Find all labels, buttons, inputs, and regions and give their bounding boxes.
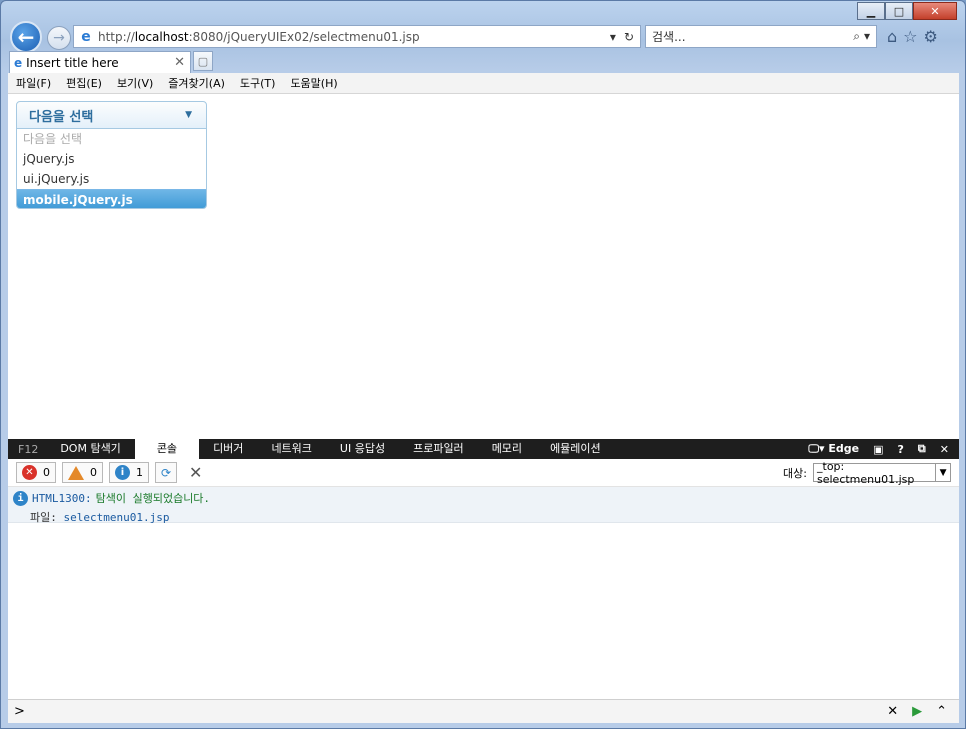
address-prefix: http:// [98,29,135,44]
triangle-down-icon: ▼ [185,110,192,120]
favorites-star-icon[interactable]: ☆ [903,27,917,46]
refresh-icon[interactable]: ↻ [624,30,634,44]
ie-tab-icon: e [14,55,23,70]
search-placeholder: 검색... [652,30,686,44]
document-mode-label: Edge [828,442,860,455]
tab-network[interactable]: 네트워크 [257,439,325,459]
tab-debugger[interactable]: 디버거 [199,439,257,459]
console-message: i HTML1300: 탐색이 실행되었습니다. 파일: selectmenu0… [8,487,959,524]
message-file-link[interactable]: selectmenu01.jsp [64,511,170,524]
dropdown-arrow-icon[interactable]: ▾ [610,30,616,44]
console-toolbar: ✕ 0 0 i 1 ⟳ ✕ 대상: _top: selectmenu01.jsp… [8,459,959,487]
window-controls: ▁ □ ✕ [857,2,957,20]
selectmenu-option: 다음을 선택 [23,132,83,146]
console-output: i HTML1300: 탐색이 실행되었습니다. 파일: selectmenu0… [8,487,959,699]
browser-window: ▁ □ ✕ ← → e http://localhost:8080/jQuery… [0,0,966,729]
ie-page-icon: e [81,28,91,45]
error-icon: ✕ [22,465,37,480]
info-count: 1 [136,466,143,479]
f12-label: F12 [18,442,39,456]
tab-dom-explorer[interactable]: DOM 탐색기 [46,439,134,459]
tab-memory[interactable]: 메모리 [478,439,536,459]
tab-profiler[interactable]: 프로파일러 [399,439,478,459]
undock-icon[interactable]: ⧉ [918,442,926,456]
address-bar[interactable]: e http://localhost:8080/jQueryUIEx02/sel… [73,25,641,48]
tab-ui-responsiveness[interactable]: UI 응답성 [326,439,399,459]
info-icon: i [13,490,28,506]
run-icon[interactable]: ▶ [912,704,922,719]
maximize-button[interactable]: □ [885,2,913,20]
page-content: 다음을 선택 ▼ 다음을 선택 jQuery.js ui.jQuery.js m… [8,94,959,439]
clear-console-icon[interactable]: ✕ [189,463,202,482]
console-input[interactable]: > ✕ ▶ ⌃ [8,699,959,723]
help-icon[interactable]: ? [898,443,904,456]
console-toggle-icon[interactable]: ▣ [873,443,883,456]
target-value: _top: selectmenu01.jsp [817,459,915,486]
selectmenu-label: 다음을 선택 [29,109,94,125]
gear-icon[interactable]: ⚙ [924,27,938,46]
back-button[interactable]: ← [10,21,42,53]
address-host: localhost [134,29,189,44]
forward-button[interactable]: → [47,26,71,50]
clear-input-icon[interactable]: ✕ [887,704,898,719]
menu-edit[interactable]: 편집(E) [66,75,102,91]
warnings-filter-button[interactable]: 0 [62,462,103,483]
chevron-down-icon: ▼ [935,464,950,481]
search-icon[interactable]: ⌕ [853,29,860,44]
message-file-label: 파일: [30,511,57,524]
search-box[interactable]: 검색... ⌕ ▾ [645,25,877,48]
home-icon[interactable]: ⌂ [887,27,897,46]
devtools-tabbar: F12 DOM 탐색기 콘솔 디버거 네트워크 UI 응답성 프로파일러 메모리… [8,439,959,459]
warnings-count: 0 [90,466,97,479]
info-icon: i [115,465,130,480]
menu-tools[interactable]: 도구(T) [240,75,276,91]
monitor-icon: 🖵▾ [808,442,825,455]
browser-toolbar-icons: ⌂ ☆ ⚙ [887,27,938,46]
minimize-button[interactable]: ▁ [857,2,885,20]
new-tab-button[interactable]: ▢ [193,51,213,71]
errors-filter-button[interactable]: ✕ 0 [16,462,56,483]
menu-view[interactable]: 보기(V) [117,75,153,91]
forward-arrow-icon: → [53,30,65,46]
search-dropdown-icon[interactable]: ▾ [864,29,870,44]
back-arrow-icon: ← [17,25,35,49]
menu-bar: 파일(F) 편집(E) 보기(V) 즐겨찾기(A) 도구(T) 도움말(H) [8,73,959,94]
selectmenu-option-active[interactable]: mobile.jQuery.js [17,189,206,208]
navigate-icon: ⟳ [160,465,172,480]
close-devtools-icon[interactable]: ✕ [940,443,949,456]
selectmenu-option[interactable]: jQuery.js [17,149,206,169]
document-mode-dropdown[interactable]: 🖵▾ Edge [808,442,859,456]
close-window-button[interactable]: ✕ [913,2,957,20]
browser-tab[interactable]: e Insert title here ✕ [9,51,191,73]
expand-icon[interactable]: ⌃ [936,704,947,719]
address-rest: :8080/jQueryUIEx02/selectmenu01.jsp [188,29,420,44]
errors-count: 0 [43,466,50,479]
selectmenu-option[interactable]: ui.jQuery.js [17,169,206,189]
menu-help[interactable]: 도움말(H) [290,75,337,91]
menu-favorites[interactable]: 즐겨찾기(A) [168,75,225,91]
target-label: 대상: [783,466,807,480]
target-select[interactable]: _top: selectmenu01.jsp ▼ [813,460,951,486]
new-tab-icon: ▢ [197,54,209,68]
info-filter-button[interactable]: i 1 [109,462,149,483]
message-code: HTML1300: [32,491,92,505]
message-text: 탐색이 실행되었습니다. [95,492,211,505]
clear-on-navigate-button[interactable]: ⟳ [155,462,177,483]
tab-emulation[interactable]: 에뮬레이션 [536,439,615,459]
tab-console[interactable]: 콘솔 [134,439,200,459]
tab-title: Insert title here [26,55,119,70]
warning-icon [68,465,84,480]
menu-file[interactable]: 파일(F) [16,75,51,91]
prompt-symbol: > [14,704,25,719]
close-tab-icon[interactable]: ✕ [174,55,185,70]
target-selector: 대상: _top: selectmenu01.jsp ▼ [783,460,959,486]
selectmenu-list: 다음을 선택 jQuery.js ui.jQuery.js mobile.jQu… [16,129,207,209]
selectmenu-button[interactable]: 다음을 선택 ▼ [16,101,207,129]
